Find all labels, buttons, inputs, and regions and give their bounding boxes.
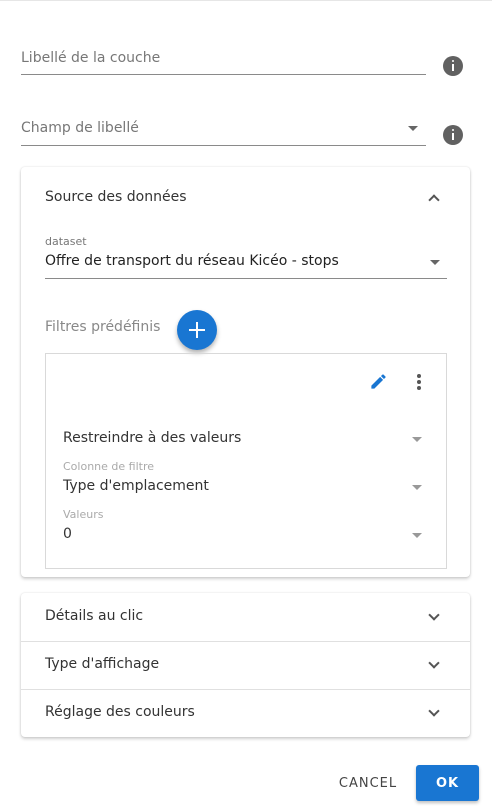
filter-card: Restreindre à des valeurs Colonne de fil… <box>45 353 447 569</box>
data-source-panel: Source des données dataset Offre de tran… <box>21 167 470 577</box>
chevron-down-icon <box>428 657 440 669</box>
label-field-underline <box>21 145 426 146</box>
filter-values-label: Valeurs <box>63 508 104 521</box>
dropdown-caret-icon <box>412 533 422 538</box>
dataset-underline <box>45 278 447 279</box>
filter-values-value: 0 <box>63 526 72 542</box>
info-icon[interactable] <box>443 56 463 76</box>
data-source-header[interactable]: Source des données <box>21 167 470 229</box>
filter-column-label: Colonne de filtre <box>63 460 154 473</box>
layer-label-placeholder: Libellé de la couche <box>21 50 161 66</box>
cancel-button[interactable]: CANCEL <box>330 766 406 800</box>
dropdown-caret-icon <box>412 485 422 490</box>
pencil-icon[interactable] <box>369 372 388 391</box>
predefined-filters-label: Filtres prédéfinis <box>45 319 161 335</box>
filter-column-select[interactable]: Colonne de filtre Type d'emplacement <box>63 458 427 498</box>
info-icon[interactable] <box>443 125 463 145</box>
panel-color-settings-title: Réglage des couleurs <box>45 704 195 720</box>
chevron-down-icon <box>428 609 440 621</box>
panel-click-details-title: Détails au clic <box>45 608 144 624</box>
chevron-up-icon <box>428 194 440 206</box>
chevron-down-icon <box>428 705 440 717</box>
panel-color-settings[interactable]: Réglage des couleurs <box>21 690 470 737</box>
add-filter-button[interactable] <box>177 310 217 350</box>
filter-mode-select[interactable]: Restreindre à des valeurs <box>63 428 427 450</box>
more-vert-icon[interactable] <box>417 374 421 390</box>
label-field-placeholder: Champ de libellé <box>21 120 139 136</box>
filter-column-value: Type d'emplacement <box>63 478 209 494</box>
dropdown-caret-icon <box>412 437 422 442</box>
filter-values-select[interactable]: Valeurs 0 <box>63 506 427 546</box>
ok-button[interactable]: OK <box>416 765 479 801</box>
label-field-select[interactable]: Champ de libellé <box>21 116 426 146</box>
filter-mode-value: Restreindre à des valeurs <box>63 430 242 446</box>
dropdown-caret-icon <box>430 260 440 265</box>
panel-display-type[interactable]: Type d'affichage <box>21 642 470 689</box>
panel-click-details[interactable]: Détails au clic <box>21 593 470 641</box>
layer-label-field[interactable]: Libellé de la couche <box>21 46 426 76</box>
collapsed-panels: Détails au clic Type d'affichage Réglage… <box>21 593 470 737</box>
data-source-title: Source des données <box>45 189 187 205</box>
dropdown-caret-icon <box>408 126 418 131</box>
dataset-label: dataset <box>45 235 87 248</box>
dataset-value: Offre de transport du réseau Kicéo - sto… <box>45 253 339 269</box>
top-border <box>0 0 492 1</box>
dataset-select[interactable]: dataset Offre de transport du réseau Kic… <box>45 233 447 279</box>
layer-label-underline <box>21 74 426 75</box>
panel-display-type-title: Type d'affichage <box>45 656 160 672</box>
